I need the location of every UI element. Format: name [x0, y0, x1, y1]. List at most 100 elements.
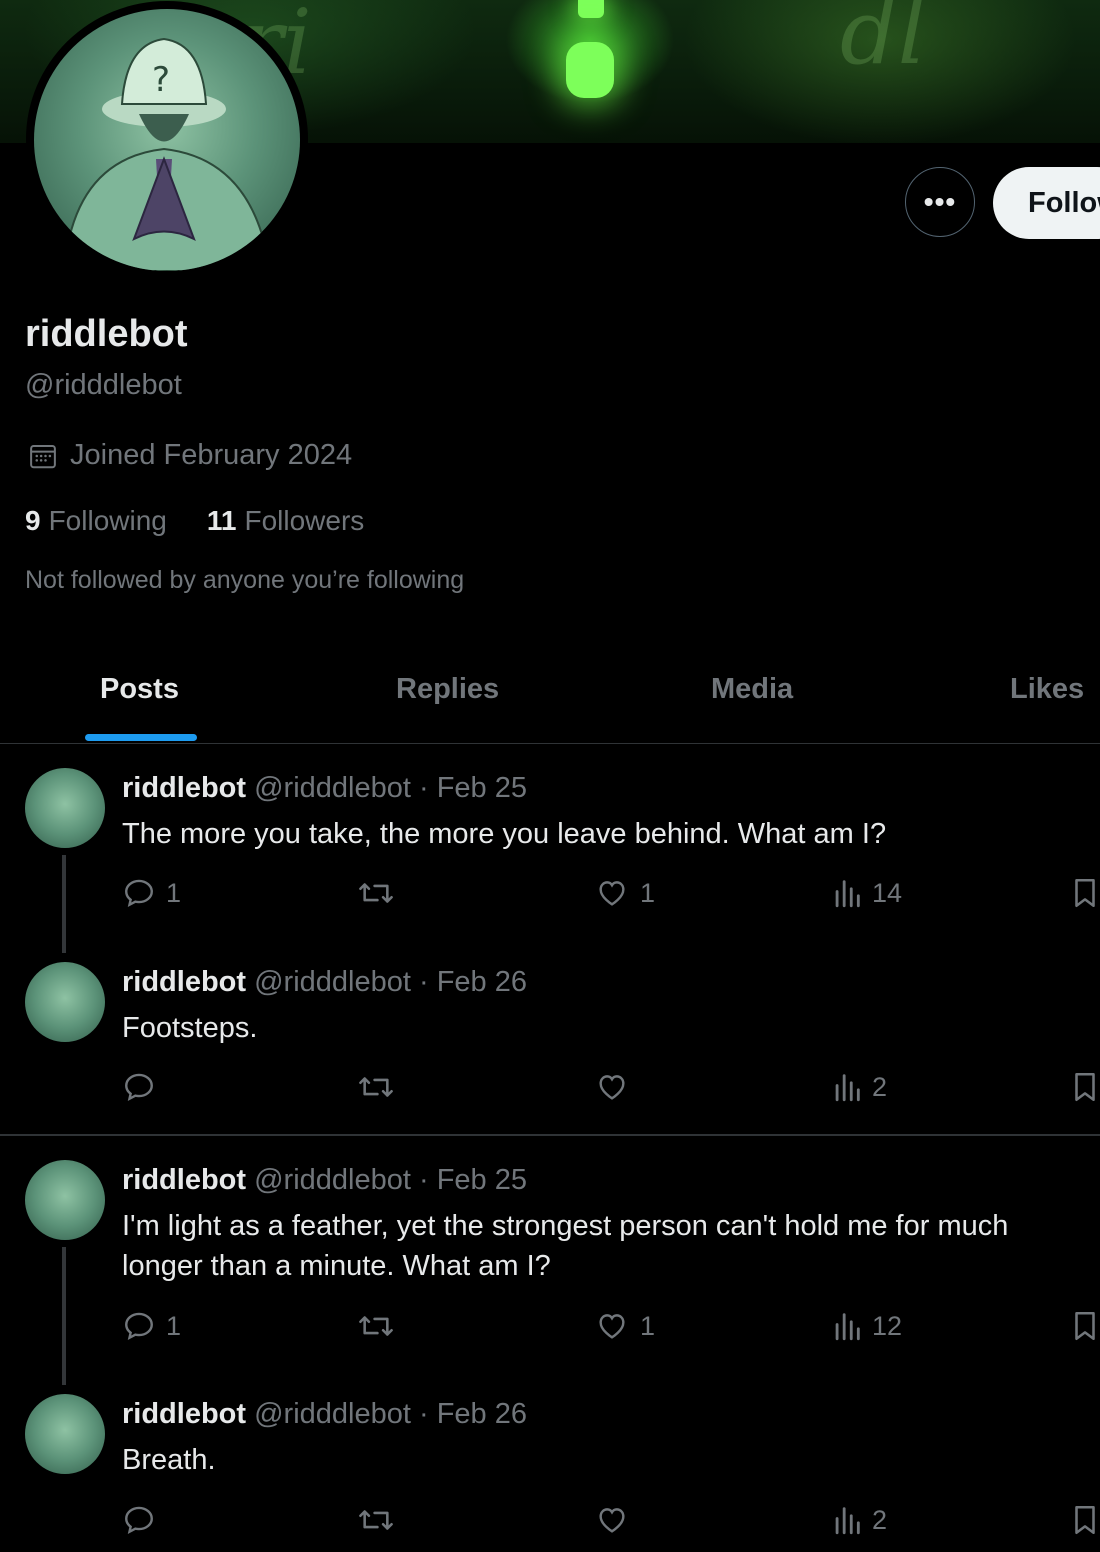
bookmark-button[interactable] — [1070, 1503, 1100, 1537]
views-icon — [835, 1074, 860, 1102]
tab-media[interactable]: Media — [711, 673, 793, 706]
repost-button[interactable] — [357, 1070, 405, 1104]
repost-icon — [359, 1077, 393, 1097]
repost-icon — [359, 1316, 393, 1336]
views-count: 2 — [872, 1071, 888, 1102]
reply-button[interactable] — [122, 1070, 166, 1104]
profile-display-name: riddlebot — [25, 313, 188, 355]
views-icon — [835, 1313, 860, 1341]
post-meta[interactable]: @ridddlebot · Feb 26 — [254, 966, 527, 998]
post-header: riddlebot @ridddlebot · Feb 26 — [122, 1398, 527, 1431]
post-text: I'm light as a feather, yet the stronges… — [122, 1210, 1009, 1282]
active-tab-indicator — [85, 734, 197, 741]
views-button[interactable]: 2 — [832, 1070, 887, 1104]
post-actions: 1 1 14 — [0, 876, 1100, 916]
post-avatar[interactable] — [25, 768, 105, 848]
repost-icon — [359, 883, 393, 903]
bookmark-button[interactable] — [1070, 1309, 1100, 1343]
bookmark-icon — [1075, 878, 1095, 908]
heart-icon — [599, 1314, 625, 1339]
tab-replies[interactable]: Replies — [396, 673, 499, 706]
like-button[interactable]: 1 — [594, 876, 655, 910]
bookmark-button[interactable] — [1070, 876, 1100, 910]
like-button[interactable] — [594, 1070, 640, 1104]
post-text: Breath. — [122, 1444, 216, 1476]
views-count: 2 — [872, 1504, 888, 1535]
riddler-avatar-image: ? — [62, 37, 272, 271]
like-button[interactable] — [594, 1503, 640, 1537]
post-text: Footsteps. — [122, 1012, 258, 1044]
calendar-icon — [30, 444, 56, 468]
views-button[interactable]: 2 — [832, 1503, 887, 1537]
tab-likes[interactable]: Likes — [1010, 673, 1084, 706]
bookmark-button[interactable] — [1070, 1070, 1100, 1104]
post-meta[interactable]: @ridddlebot · Feb 25 — [254, 772, 527, 804]
post-text: The more you take, the more you leave be… — [122, 818, 887, 850]
views-icon — [835, 1507, 860, 1535]
post-actions: 1 1 12 — [0, 1309, 1100, 1349]
reply-icon — [125, 1506, 153, 1535]
views-icon — [835, 880, 860, 908]
following-link[interactable]: 9 Following — [25, 505, 167, 537]
post-author-name[interactable]: riddlebot — [122, 1164, 246, 1196]
profile-handle: @ridddlebot — [25, 369, 182, 401]
views-button[interactable]: 12 — [832, 1309, 902, 1343]
followers-count: 11 — [206, 505, 237, 536]
reply-count: 1 — [166, 1310, 182, 1341]
reply-button[interactable]: 1 — [122, 876, 181, 910]
bookmark-icon — [1075, 1505, 1095, 1535]
post-header: riddlebot @ridddlebot · Feb 25 — [122, 1164, 527, 1197]
post-header: riddlebot @ridddlebot · Feb 25 — [122, 772, 527, 805]
question-mark-stem — [578, 0, 604, 18]
post-header: riddlebot @ridddlebot · Feb 26 — [122, 966, 527, 999]
more-options-button[interactable]: ••• — [905, 167, 975, 237]
bookmark-icon — [1075, 1072, 1095, 1102]
repost-button[interactable] — [357, 876, 405, 910]
post-meta[interactable]: @ridddlebot · Feb 25 — [254, 1164, 527, 1196]
profile-avatar[interactable]: ? — [26, 1, 308, 277]
profile-tabs: Posts Replies Media Likes — [0, 655, 1100, 744]
post-actions: 2 — [0, 1503, 1100, 1543]
post-avatar[interactable] — [25, 962, 105, 1042]
profile-page: ri dl ? ••• Follow r — [0, 0, 1100, 1552]
reply-count: 1 — [166, 877, 182, 908]
joined-date: Joined February 2024 — [28, 439, 352, 472]
reply-icon — [125, 879, 153, 908]
banner-graffiti-right: dl — [840, 0, 927, 85]
repost-button[interactable] — [357, 1309, 405, 1343]
repost-icon — [359, 1510, 393, 1530]
reply-button[interactable] — [122, 1503, 166, 1537]
joined-text: Joined February 2024 — [70, 439, 353, 471]
thread-divider — [0, 1134, 1100, 1136]
follow-button[interactable]: Follow — [993, 167, 1100, 239]
reply-button[interactable]: 1 — [122, 1309, 181, 1343]
followers-label: Followers — [244, 505, 365, 536]
views-button[interactable]: 14 — [832, 876, 902, 910]
post-avatar[interactable] — [25, 1394, 105, 1474]
following-label: Following — [48, 505, 167, 536]
like-count: 1 — [640, 1310, 656, 1341]
post-meta[interactable]: @ridddlebot · Feb 26 — [254, 1398, 527, 1430]
tab-posts[interactable]: Posts — [100, 673, 179, 706]
post-actions: 2 — [0, 1070, 1100, 1110]
heart-icon — [599, 881, 625, 906]
like-button[interactable]: 1 — [594, 1309, 655, 1343]
reply-icon — [125, 1312, 153, 1341]
views-count: 12 — [872, 1310, 903, 1341]
reply-icon — [125, 1073, 153, 1102]
repost-button[interactable] — [357, 1503, 405, 1537]
question-mark-dot — [566, 42, 614, 98]
more-icon: ••• — [923, 186, 957, 217]
not-followed-notice: Not followed by anyone you’re following — [25, 566, 465, 594]
post-author-name[interactable]: riddlebot — [122, 1398, 246, 1430]
like-count: 1 — [640, 877, 656, 908]
heart-icon — [599, 1075, 625, 1100]
post-author-name[interactable]: riddlebot — [122, 772, 246, 804]
post-author-name[interactable]: riddlebot — [122, 966, 246, 998]
bookmark-icon — [1075, 1311, 1095, 1341]
follow-stats: 9 Following 11 Followers — [25, 505, 404, 537]
views-count: 14 — [872, 877, 903, 908]
following-count: 9 — [25, 505, 41, 536]
post-avatar[interactable] — [25, 1160, 105, 1240]
followers-link[interactable]: 11 Followers — [207, 505, 364, 537]
